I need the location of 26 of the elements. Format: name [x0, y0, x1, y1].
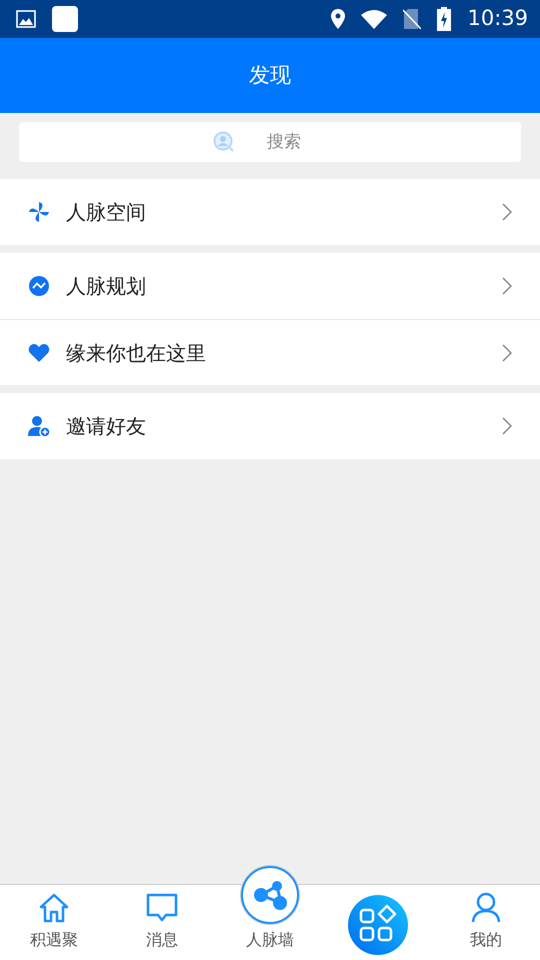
search-field[interactable]: 搜索 [19, 122, 521, 162]
heart-icon [28, 342, 50, 364]
tab-button[interactable]: 积遇聚 [0, 885, 108, 960]
chevron-right-icon [502, 344, 512, 362]
trend-icon [28, 275, 50, 297]
user-icon [471, 892, 501, 924]
tab-button[interactable]: 人脉墙 [216, 865, 324, 960]
image-icon [16, 10, 36, 28]
battery-icon [437, 7, 452, 31]
location-icon [331, 9, 346, 29]
clock-time: 10:39 [467, 5, 528, 32]
pinwheel-icon [28, 201, 50, 223]
app-icon [52, 6, 78, 32]
tab-button[interactable]: 消息 [108, 885, 216, 960]
page-title: 发现 [249, 62, 291, 89]
chevron-right-icon [502, 277, 512, 295]
chat-icon [146, 892, 178, 924]
tab-button[interactable]: 我的 [432, 885, 540, 960]
user-search-icon [213, 131, 235, 153]
wifi-icon [361, 10, 388, 28]
home-icon [38, 892, 70, 924]
chevron-right-icon [502, 203, 512, 221]
no-sim-icon [403, 9, 422, 29]
chevron-right-icon [502, 417, 512, 435]
add-user-icon [28, 415, 50, 437]
apps-icon [348, 894, 408, 954]
